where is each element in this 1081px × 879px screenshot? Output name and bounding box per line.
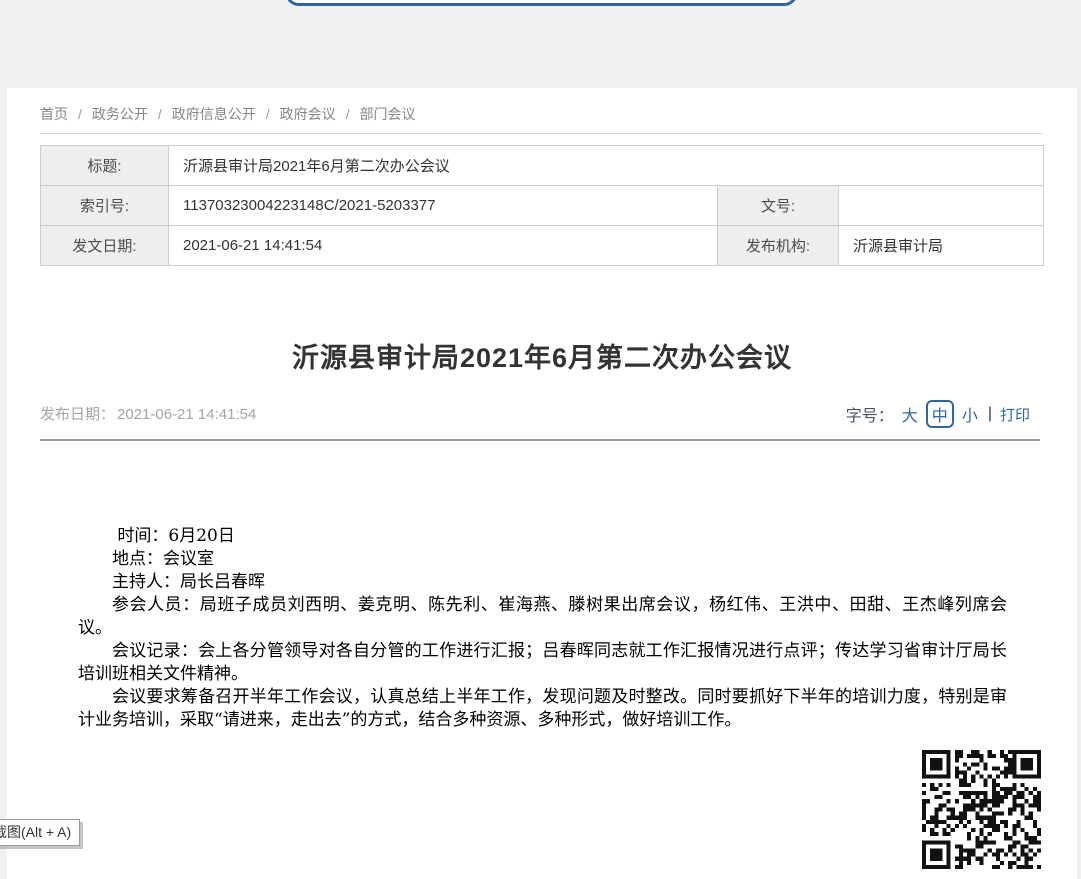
meta-row-title: 标题: 沂源县审计局2021年6月第二次办公会议 [41,146,1044,186]
meta-label-org: 发布机构: [718,226,839,266]
meta-label-docnum: 文号: [718,186,839,226]
font-size-medium-button[interactable]: 中 [926,400,954,428]
article-title: 沂源县审计局2021年6月第二次办公会议 [7,336,1077,375]
breadcrumb-item[interactable]: 政府会议 [280,106,336,122]
meta-value-org: 沂源县审计局 [839,226,1044,266]
publish-date-value: 2021-06-21 14:41:54 [117,406,256,423]
meta-value-index: 11370323004223148C/2021-5203377 [169,186,718,226]
publish-date: 发布日期：2021-06-21 14:41:54 [40,403,258,424]
font-size-label: 字号： [846,402,894,426]
meta-row-date: 发文日期: 2021-06-21 14:41:54 发布机构: 沂源县审计局 [41,226,1044,266]
qr-code [922,750,1041,869]
screenshot-tooltip: 截图(Alt + A) [0,819,80,846]
article-header-row: 发布日期：2021-06-21 14:41:54 字号： 大 中 小 | 打印 [40,400,1030,426]
article-paragraph: 主持人：局长吕春晖 [78,571,1007,594]
article-paragraph: 参会人员：局班子成员刘西明、姜克明、陈先利、崔海燕、滕树果出席会议，杨红伟、王洪… [78,594,1007,640]
article-paragraph: 地点：会议室 [78,548,1007,571]
breadcrumb-item[interactable]: 部门会议 [360,106,416,122]
font-size-large-button[interactable]: 大 [902,402,918,426]
search-input-fragment[interactable] [285,0,798,6]
print-button[interactable]: 打印 [1000,404,1030,425]
content-card: 首页 / 政务公开 / 政府信息公开 / 政府会议 / 部门会议 标题: 沂源县审计局2021年… [7,88,1077,879]
meta-value-title: 沂源县审计局2021年6月第二次办公会议 [169,146,1044,186]
article-paragraph: 会议记录：会上各分管领导对各自分管的工作进行汇报；吕春晖同志就工作汇报情况进行点… [78,640,1007,686]
breadcrumb: 首页 / 政务公开 / 政府信息公开 / 政府会议 / 部门会议 [40,104,416,124]
breadcrumb-item[interactable]: 首页 [40,106,68,122]
article-paragraph: 会议要求筹备召开半年工作会议，认真总结上半年工作，发现问题及时整改。同时要抓好下… [78,686,1007,732]
screenshot-tooltip-text: 截图(Alt + A) [0,824,71,840]
meta-value-date: 2021-06-21 14:41:54 [169,226,718,266]
breadcrumb-separator: / [158,106,162,122]
meta-value-docnum [839,186,1044,226]
meta-label-title: 标题: [41,146,169,186]
publish-date-label: 发布日期： [40,406,115,423]
meta-label-date: 发文日期: [41,226,169,266]
breadcrumb-separator: / [266,106,270,122]
article-body: 时间：6月20日地点：会议室主持人：局长吕春晖参会人员：局班子成员刘西明、姜克明… [78,525,1007,732]
font-size-small-button[interactable]: 小 [962,402,978,426]
meta-row-index: 索引号: 11370323004223148C/2021-5203377 文号: [41,186,1044,226]
qr-code-image [922,750,1041,869]
meta-table: 标题: 沂源县审计局2021年6月第二次办公会议 索引号: 1137032300… [40,145,1044,266]
breadcrumb-item[interactable]: 政务公开 [92,106,148,122]
breadcrumb-separator: / [346,106,350,122]
breadcrumb-divider [40,133,1043,134]
breadcrumb-item[interactable]: 政府信息公开 [172,106,256,122]
font-size-controls: 字号： 大 中 小 | 打印 [846,400,1030,428]
article-paragraph: 时间：6月20日 [78,525,1007,548]
meta-label-index: 索引号: [41,186,169,226]
breadcrumb-separator: / [78,106,82,122]
header-divider [40,439,1040,441]
controls-separator: | [988,405,992,423]
